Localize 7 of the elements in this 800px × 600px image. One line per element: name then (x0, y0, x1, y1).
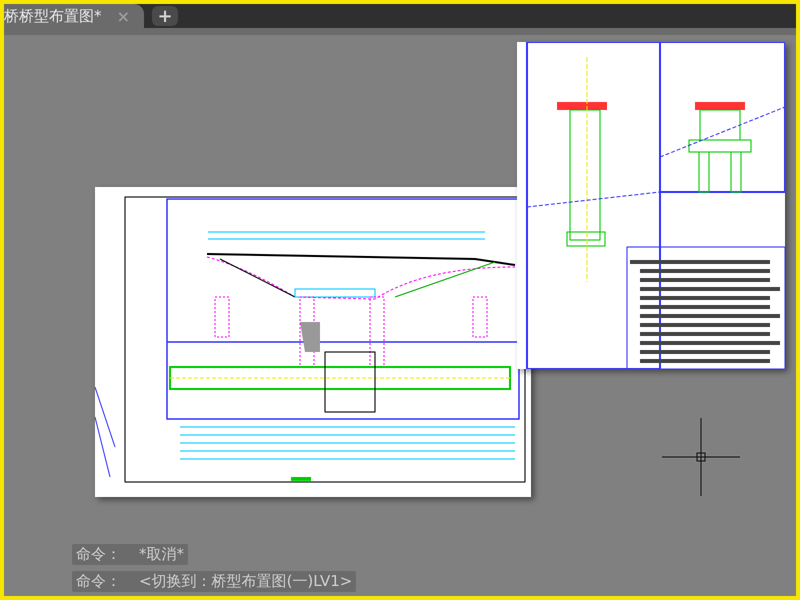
command-prompt: 命令： (76, 572, 121, 591)
command-prompt: 命令： (76, 545, 121, 564)
command-message: <切换到：桥型布置图(一)LV1> (139, 572, 352, 591)
new-tab-button[interactable]: + (152, 6, 178, 26)
crosshair-cursor-icon (662, 418, 740, 496)
command-message: *取消* (139, 545, 184, 564)
drawing-tab[interactable]: 桥桥型布置图* × (4, 4, 144, 28)
